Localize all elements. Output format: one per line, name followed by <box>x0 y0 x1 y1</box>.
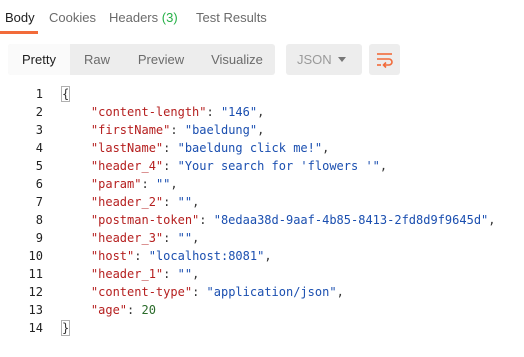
code-content: } <box>60 319 71 337</box>
line-number: 4 <box>35 141 43 155</box>
response-tabs: Body Cookies Headers (3) Test Results <box>0 0 524 36</box>
code-line: 13 "age": 20 <box>0 301 524 319</box>
code-line: 8 "postman-token": "8edaa38d-9aaf-4b85-8… <box>0 211 524 229</box>
wrap-lines-icon <box>377 53 393 69</box>
code-line: 2 "content-length": "146", <box>0 103 524 121</box>
close-brace: } <box>60 320 71 336</box>
pretty-button[interactable]: Pretty <box>8 44 70 75</box>
code-line: 7 "header_2": "", <box>0 193 524 211</box>
json-key: "age" <box>90 303 128 317</box>
json-string-value: "Your search for 'flowers '" <box>177 159 380 173</box>
open-brace: { <box>60 86 71 102</box>
json-key: "host" <box>90 249 135 263</box>
line-number: 7 <box>35 195 43 209</box>
line-number: 6 <box>35 177 43 191</box>
code-line: 1{ <box>0 85 524 103</box>
code-line: 10 "host": "localhost:8081", <box>0 247 524 265</box>
json-string-value: "localhost:8081" <box>148 249 265 263</box>
response-body-editor[interactable]: 1{2 "content-length": "146", 3 "firstName… <box>0 85 524 345</box>
json-string-value: "baeldung" <box>184 123 258 137</box>
line-number: 1 <box>35 87 43 101</box>
chevron-down-icon <box>338 57 346 62</box>
line-number: 14 <box>28 321 43 335</box>
json-key: "header_2" <box>90 195 164 209</box>
headers-count-badge: (3) <box>161 10 178 25</box>
comma: , <box>379 159 388 173</box>
json-string-value: "" <box>177 195 193 209</box>
json-string-value: "146" <box>220 105 258 119</box>
code-content: "firstName": "baeldung", <box>90 123 265 137</box>
code-content: "header_3": "", <box>90 231 200 245</box>
code-content: "param": "", <box>90 177 178 191</box>
json-key: "lastName" <box>90 141 164 155</box>
json-key: "header_4" <box>90 159 164 173</box>
code-content: "age": 20 <box>90 303 156 317</box>
response-toolbar: Pretty Raw Preview Visualize JSON <box>0 44 524 76</box>
comma: , <box>192 231 200 245</box>
line-number: 12 <box>28 285 43 299</box>
code-content: { <box>60 85 71 103</box>
code-content: "header_1": "", <box>90 267 200 281</box>
raw-button[interactable]: Raw <box>74 44 120 75</box>
code-line: 6 "param": "", <box>0 175 524 193</box>
code-line: 4 "lastName": "baeldung click me!", <box>0 139 524 157</box>
line-number: 9 <box>35 231 43 245</box>
json-key: "content-type" <box>90 285 193 299</box>
code-line: 3 "firstName": "baeldung", <box>0 121 524 139</box>
code-line: 9 "header_3": "", <box>0 229 524 247</box>
language-select[interactable]: JSON <box>286 44 362 75</box>
tab-test-results[interactable]: Test Results <box>196 10 267 25</box>
code-content: "content-length": "146", <box>90 105 265 119</box>
line-number: 5 <box>35 159 43 173</box>
json-key: "header_1" <box>90 267 164 281</box>
json-key: "postman-token" <box>90 213 200 227</box>
json-string-value: "" <box>155 177 171 191</box>
tab-headers-label: Headers <box>109 10 159 25</box>
json-number-value: 20 <box>141 303 156 317</box>
json-string-value: "application/json" <box>206 285 337 299</box>
line-number: 2 <box>35 105 43 119</box>
line-number: 11 <box>28 267 43 281</box>
json-string-value: "baeldung click me!" <box>177 141 323 155</box>
code-line: 14} <box>0 319 524 337</box>
comma: , <box>257 105 265 119</box>
code-content: "header_2": "", <box>90 195 200 209</box>
line-number: 8 <box>35 213 43 227</box>
format-button-group: Pretty Raw Preview Visualize <box>8 44 275 75</box>
json-key: "header_3" <box>90 231 164 245</box>
json-string-value: "" <box>177 231 193 245</box>
line-number: 3 <box>35 123 43 137</box>
tab-body[interactable]: Body <box>5 10 35 25</box>
comma: , <box>336 285 344 299</box>
code-line: 5 "header_4": "Your search for 'flowers … <box>0 157 524 175</box>
json-string-value: "8edaa38d-9aaf-4b85-8413-2fd8d9f9645d" <box>213 213 489 227</box>
code-line: 12 "content-type": "application/json", <box>0 283 524 301</box>
active-tab-indicator <box>0 31 38 34</box>
tab-cookies[interactable]: Cookies <box>49 10 96 25</box>
code-content: "lastName": "baeldung click me!", <box>90 141 330 155</box>
code-content: "content-type": "application/json", <box>90 285 344 299</box>
code-content: "postman-token": "8edaa38d-9aaf-4b85-841… <box>90 213 496 227</box>
json-string-value: "" <box>177 267 193 281</box>
preview-button[interactable]: Preview <box>128 44 194 75</box>
line-number: 13 <box>28 303 43 317</box>
tab-headers[interactable]: Headers (3) <box>109 10 178 25</box>
comma: , <box>488 213 496 227</box>
visualize-button[interactable]: Visualize <box>202 44 272 75</box>
comma: , <box>322 141 330 155</box>
language-select-value: JSON <box>297 52 332 67</box>
json-key: "firstName" <box>90 123 171 137</box>
wrap-lines-button[interactable] <box>369 44 400 75</box>
line-number: 10 <box>28 249 43 263</box>
json-key: "content-length" <box>90 105 207 119</box>
comma: , <box>257 123 265 137</box>
comma: , <box>264 249 272 263</box>
code-content: "header_4": "Your search for 'flowers '"… <box>90 159 388 173</box>
comma: , <box>192 195 200 209</box>
code-line: 11 "header_1": "", <box>0 265 524 283</box>
comma: , <box>192 267 200 281</box>
json-key: "param" <box>90 177 142 191</box>
code-content: "host": "localhost:8081", <box>90 249 272 263</box>
comma: , <box>170 177 178 191</box>
